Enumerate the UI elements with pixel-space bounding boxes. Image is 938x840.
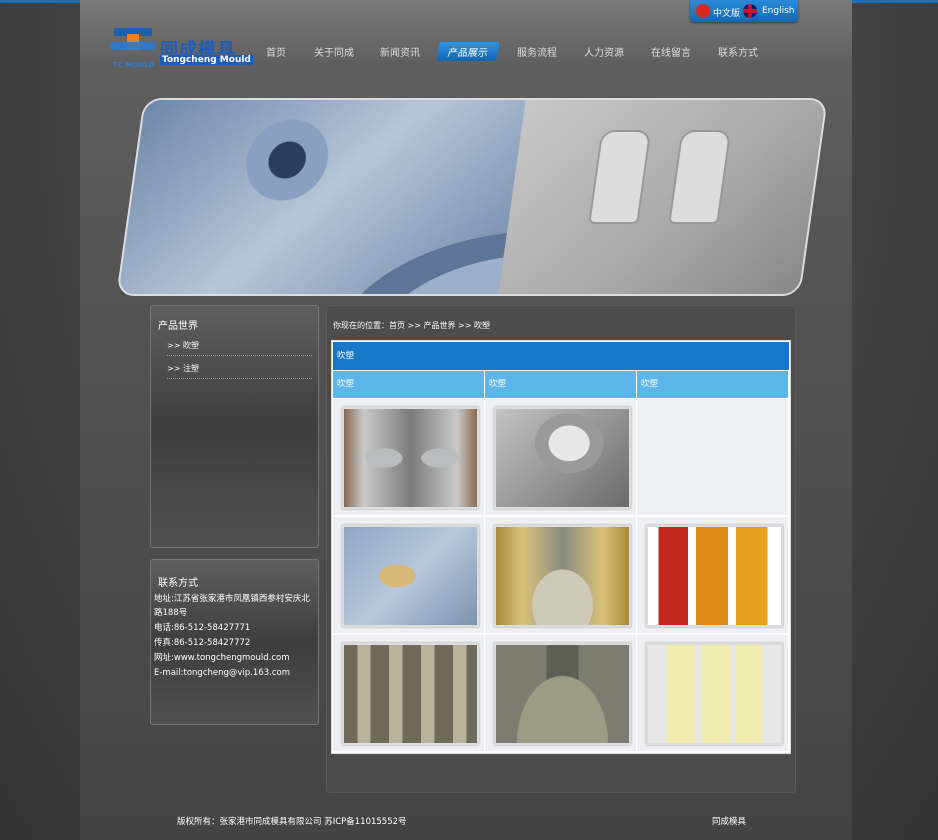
product-thumbnail[interactable] bbox=[342, 643, 479, 745]
logo-subtitle: Tongcheng Mould bbox=[160, 55, 253, 65]
hero-banner bbox=[116, 98, 828, 296]
product-cell bbox=[485, 635, 636, 751]
contact-email: E-mail:tongcheng@vip.163.com bbox=[154, 668, 290, 678]
logo-icon[interactable] bbox=[110, 28, 156, 62]
nav-service[interactable]: 服务流程 bbox=[517, 44, 557, 59]
footer-copyright: 版权所有：张家港市同成模具有限公司 苏ICP备11015552号 bbox=[177, 817, 407, 827]
logo-mark-text: TC MOULD bbox=[113, 61, 155, 69]
banner-mould-closeup bbox=[118, 100, 526, 294]
product-cell bbox=[485, 517, 636, 633]
contact-title: 联系方式 bbox=[158, 578, 198, 589]
product-cell bbox=[485, 399, 636, 515]
product-category-box: 产品世界 >> 吹塑 >> 注塑 bbox=[150, 305, 319, 548]
breadcrumb: 你现在的位置：首页 >> 产品世界 >> 吹塑 bbox=[333, 321, 490, 330]
contact-address: 地址:江苏省张家港市凤凰镇西参村安庆北路188号 bbox=[154, 594, 310, 618]
product-table: 吹塑 吹塑 吹塑 吹塑 bbox=[331, 340, 791, 754]
product-thumbnail[interactable] bbox=[494, 407, 631, 509]
nav-news[interactable]: 新闻资讯 bbox=[380, 44, 420, 59]
column-header: 吹塑 bbox=[485, 371, 636, 398]
contact-fax: 传真:86-512-58427772 bbox=[154, 638, 251, 648]
product-thumbnail[interactable] bbox=[342, 525, 479, 627]
product-cell bbox=[333, 635, 484, 751]
product-thumbnail[interactable] bbox=[646, 643, 783, 745]
product-cell bbox=[637, 517, 788, 633]
product-cell bbox=[333, 399, 484, 515]
nav-home[interactable]: 首页 bbox=[266, 44, 286, 59]
column-header: 吹塑 bbox=[333, 371, 484, 398]
nav-contact[interactable]: 联系方式 bbox=[718, 44, 758, 59]
lang-en-link[interactable]: English bbox=[762, 6, 795, 16]
category-link-injection[interactable]: >> 注塑 bbox=[167, 363, 312, 379]
china-flag-icon[interactable] bbox=[696, 4, 710, 18]
column-header: 吹塑 bbox=[637, 371, 788, 398]
product-thumbnail[interactable] bbox=[494, 525, 631, 627]
product-cell bbox=[333, 517, 484, 633]
table-header: 吹塑 bbox=[333, 342, 789, 370]
footer-brand[interactable]: 同成模具 bbox=[712, 815, 746, 827]
contact-box: 联系方式 地址:江苏省张家港市凤凰镇西参村安庆北路188号 电话:86-512-… bbox=[150, 559, 319, 725]
contact-phone: 电话:86-512-58427771 bbox=[154, 623, 251, 633]
nav-message[interactable]: 在线留言 bbox=[651, 44, 691, 59]
contact-website: 网址:www.tongchengmould.com bbox=[154, 653, 290, 663]
language-switcher: 中文版 English bbox=[690, 0, 798, 22]
product-cell-empty bbox=[637, 399, 788, 515]
uk-flag-icon[interactable] bbox=[743, 4, 757, 18]
product-thumbnail[interactable] bbox=[342, 407, 479, 509]
banner-mould-plate bbox=[498, 100, 826, 294]
category-link-blow[interactable]: >> 吹塑 bbox=[167, 340, 312, 356]
lang-cn-link[interactable]: 中文版 bbox=[713, 6, 740, 19]
nav-hr[interactable]: 人力资源 bbox=[584, 44, 624, 59]
product-thumbnail[interactable] bbox=[646, 525, 783, 627]
nav-about[interactable]: 关于同成 bbox=[314, 44, 354, 59]
nav-products[interactable]: 产品展示 bbox=[436, 42, 500, 61]
product-cell bbox=[637, 635, 788, 751]
product-thumbnail[interactable] bbox=[494, 643, 631, 745]
main-content: 你现在的位置：首页 >> 产品世界 >> 吹塑 吹塑 吹塑 吹塑 吹塑 bbox=[326, 305, 796, 793]
category-title: 产品世界 bbox=[158, 321, 198, 332]
